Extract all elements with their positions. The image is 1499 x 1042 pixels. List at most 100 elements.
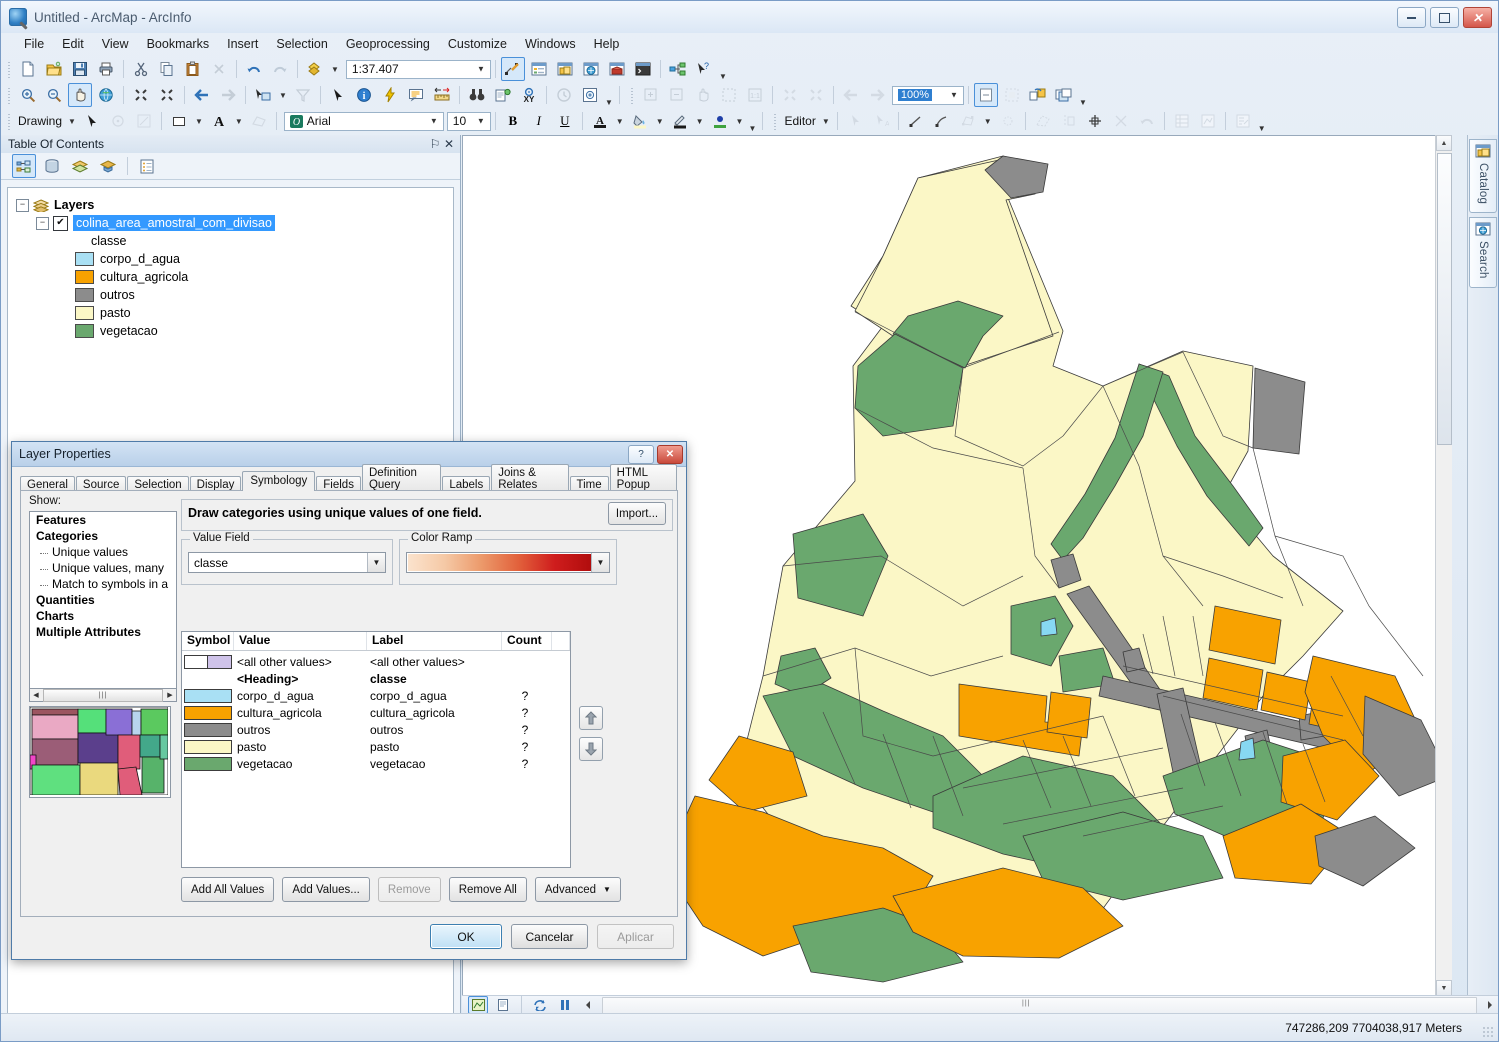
- column-header-label[interactable]: Label: [367, 632, 502, 650]
- toolbar-overflow-icon[interactable]: ▼: [603, 84, 615, 107]
- new-text-icon[interactable]: A: [207, 109, 231, 133]
- full-extent-globe-icon[interactable]: [94, 83, 118, 107]
- chevron-down-icon[interactable]: ▼: [591, 553, 609, 572]
- font-color-dropdown-icon[interactable]: ▼: [613, 117, 627, 126]
- toggle-draft-mode-icon[interactable]: [973, 83, 998, 107]
- menu-bookmarks[interactable]: Bookmarks: [138, 35, 219, 53]
- scroll-right-icon[interactable]: ▶: [164, 691, 176, 699]
- pin-icon[interactable]: ⚐: [428, 137, 442, 151]
- menu-view[interactable]: View: [93, 35, 138, 53]
- sketch-summary-icon[interactable]: [1196, 109, 1220, 133]
- menu-file[interactable]: File: [15, 35, 53, 53]
- renderer-item-unique-values-many[interactable]: Unique values, many: [30, 560, 176, 576]
- list-by-source-icon[interactable]: [40, 154, 64, 178]
- edit-annotation-tool-icon[interactable]: A: [869, 109, 893, 133]
- sketch-properties-icon[interactable]: [996, 109, 1020, 133]
- scroll-down-button[interactable]: ▼: [1436, 980, 1452, 996]
- renderer-group-quantities[interactable]: Quantities: [30, 592, 176, 608]
- table-row[interactable]: vegetacao vegetacao ?: [182, 755, 570, 772]
- add-data-dropdown-icon[interactable]: ▼: [328, 65, 342, 74]
- renderer-type-list[interactable]: Features Categories Unique values Unique…: [29, 511, 177, 693]
- go-to-xy-icon[interactable]: XY: [517, 83, 541, 107]
- chevron-down-icon[interactable]: ▼: [474, 65, 488, 74]
- line-color-icon[interactable]: [668, 109, 692, 133]
- drawing-dropdown-icon[interactable]: ▼: [65, 117, 79, 126]
- toolbar-grip[interactable]: [5, 60, 13, 78]
- end-point-arc-icon[interactable]: [930, 109, 954, 133]
- select-features-icon[interactable]: [251, 83, 275, 107]
- toolbar-grip[interactable]: [5, 112, 13, 130]
- find-route-icon[interactable]: [491, 83, 515, 107]
- focus-data-frame-icon[interactable]: [1000, 83, 1024, 107]
- convert-to-graphics-icon[interactable]: [247, 109, 271, 133]
- pan-hand-icon[interactable]: [68, 83, 92, 107]
- italic-button[interactable]: I: [527, 109, 551, 133]
- scroll-left-icon[interactable]: ◀: [30, 691, 42, 699]
- collapse-icon[interactable]: −: [16, 198, 29, 212]
- dialog-help-button[interactable]: ?: [628, 444, 654, 464]
- add-data-icon[interactable]: [303, 57, 327, 81]
- fixed-zoom-in-page-icon[interactable]: [778, 83, 802, 107]
- zoom-out-icon[interactable]: [42, 83, 66, 107]
- identify-icon[interactable]: i: [352, 83, 376, 107]
- renderer-group-multiple-attributes[interactable]: Multiple Attributes: [30, 624, 176, 640]
- toc-legend-item[interactable]: cultura_agricola: [12, 268, 449, 286]
- cut-polygons-icon[interactable]: [1109, 109, 1133, 133]
- catalog-window-icon[interactable]: [553, 57, 577, 81]
- cancel-button[interactable]: Cancelar: [511, 924, 588, 949]
- model-builder-icon[interactable]: [666, 57, 690, 81]
- renderer-item-unique-values[interactable]: Unique values: [30, 544, 176, 560]
- construct-dropdown-icon[interactable]: ▼: [981, 117, 995, 126]
- close-icon[interactable]: ✕: [442, 137, 456, 151]
- font-name-combo[interactable]: O Arial ▼: [283, 111, 444, 131]
- data-view-icon[interactable]: [468, 996, 488, 1014]
- chevron-down-icon[interactable]: ▼: [474, 117, 488, 126]
- menu-help[interactable]: Help: [585, 35, 629, 53]
- table-row[interactable]: <all other values> <all other values>: [182, 653, 570, 670]
- construct-polygon-icon[interactable]: [956, 109, 980, 133]
- table-row[interactable]: outros outros ?: [182, 721, 570, 738]
- chevron-down-icon[interactable]: ▼: [367, 553, 385, 572]
- menu-geoprocessing[interactable]: Geoprocessing: [337, 35, 439, 53]
- undo-icon[interactable]: [242, 57, 266, 81]
- move-class-down-button[interactable]: [579, 737, 603, 761]
- toolbar-grip[interactable]: [627, 86, 636, 104]
- measure-icon[interactable]: [430, 83, 454, 107]
- menu-edit[interactable]: Edit: [53, 35, 93, 53]
- toc-root-row[interactable]: − Layers: [12, 196, 449, 214]
- text-dropdown-icon[interactable]: ▼: [232, 117, 246, 126]
- symbology-classes-table[interactable]: Symbol Value Label Count <all other valu…: [181, 631, 571, 868]
- table-row[interactable]: cultura_agricola cultura_agricola ?: [182, 704, 570, 721]
- copy-icon[interactable]: [155, 57, 179, 81]
- renderer-group-features[interactable]: Features: [30, 512, 176, 528]
- column-header-symbol[interactable]: Symbol: [182, 632, 234, 650]
- layer-visibility-checkbox[interactable]: ✔: [53, 215, 68, 231]
- table-of-contents-icon[interactable]: [527, 57, 551, 81]
- edit-sketch-properties-icon[interactable]: [1231, 109, 1255, 133]
- toolbar-grip[interactable]: [771, 112, 780, 130]
- column-header-value[interactable]: Value: [234, 632, 367, 650]
- fixed-zoom-out-page-icon[interactable]: [804, 83, 828, 107]
- import-button[interactable]: Import...: [608, 502, 666, 525]
- marker-color-dropdown-icon[interactable]: ▼: [733, 117, 747, 126]
- menu-customize[interactable]: Customize: [439, 35, 516, 53]
- underline-button[interactable]: U: [553, 109, 577, 133]
- table-row[interactable]: corpo_d_agua corpo_d_agua ?: [182, 687, 570, 704]
- apply-button[interactable]: Aplicar: [597, 924, 674, 949]
- editor-dropdown-icon[interactable]: ▼: [819, 117, 833, 126]
- table-row-heading[interactable]: <Heading> classe: [182, 670, 570, 687]
- shape-dropdown-icon[interactable]: ▼: [192, 117, 206, 126]
- scroll-thumb[interactable]: |||: [43, 688, 163, 702]
- list-by-visibility-icon[interactable]: [68, 154, 92, 178]
- tab-joins-relates[interactable]: Joins & Relates: [491, 464, 569, 493]
- bold-button[interactable]: B: [501, 109, 525, 133]
- forward-page-extent-icon[interactable]: [865, 83, 889, 107]
- drawing-menu-label[interactable]: Drawing: [15, 114, 65, 128]
- fill-color-icon[interactable]: [628, 109, 652, 133]
- layout-view-icon[interactable]: [493, 996, 513, 1014]
- symbol-swatch-all-other-values[interactable]: [184, 654, 232, 669]
- attributes-table-icon[interactable]: [1170, 109, 1194, 133]
- chevron-down-icon[interactable]: ▼: [947, 91, 961, 100]
- remove-button[interactable]: Remove: [377, 877, 441, 902]
- select-elements-icon[interactable]: [80, 109, 104, 133]
